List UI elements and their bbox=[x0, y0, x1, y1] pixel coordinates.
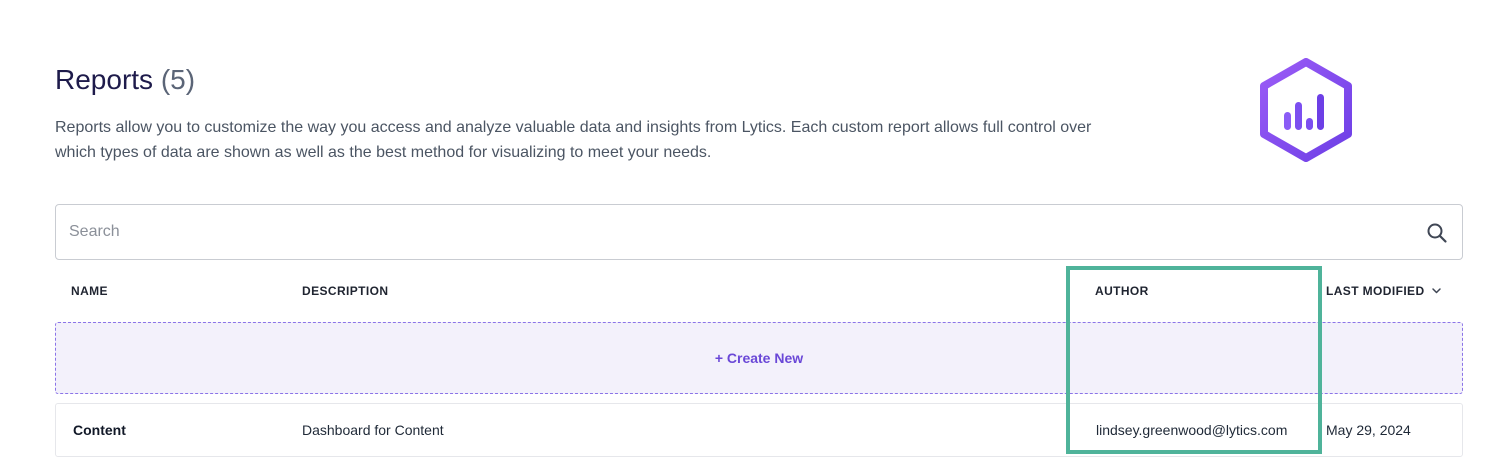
column-header-author[interactable]: AUTHOR bbox=[1095, 284, 1149, 298]
row-last-modified: May 29, 2024 bbox=[1326, 422, 1411, 438]
search-input[interactable] bbox=[69, 205, 1409, 259]
column-header-last-modified[interactable]: LAST MODIFIED bbox=[1326, 284, 1442, 298]
report-bar-chart-hexagon-icon bbox=[1260, 58, 1352, 162]
create-new-label: + Create New bbox=[714, 350, 804, 366]
row-name[interactable]: Content bbox=[73, 404, 126, 456]
row-author: lindsey.greenwood@lytics.com bbox=[1096, 422, 1288, 438]
search-box bbox=[55, 204, 1463, 260]
page-title-text: Reports bbox=[55, 64, 154, 95]
report-count: (5) bbox=[160, 64, 196, 95]
row-description: Dashboard for Content bbox=[302, 422, 444, 438]
create-new-button[interactable]: + Create New bbox=[55, 322, 1463, 394]
table-row[interactable]: Content Dashboard for Content lindsey.gr… bbox=[55, 403, 1463, 457]
search-icon[interactable] bbox=[1426, 222, 1448, 244]
column-header-last-modified-label: LAST MODIFIED bbox=[1326, 284, 1425, 298]
page-description: Reports allow you to customize the way y… bbox=[55, 119, 1092, 161]
column-header-description[interactable]: DESCRIPTION bbox=[302, 284, 388, 298]
column-header-name[interactable]: NAME bbox=[71, 284, 108, 298]
chevron-down-icon bbox=[1431, 288, 1441, 294]
page-title: Reports (5) bbox=[55, 60, 195, 100]
